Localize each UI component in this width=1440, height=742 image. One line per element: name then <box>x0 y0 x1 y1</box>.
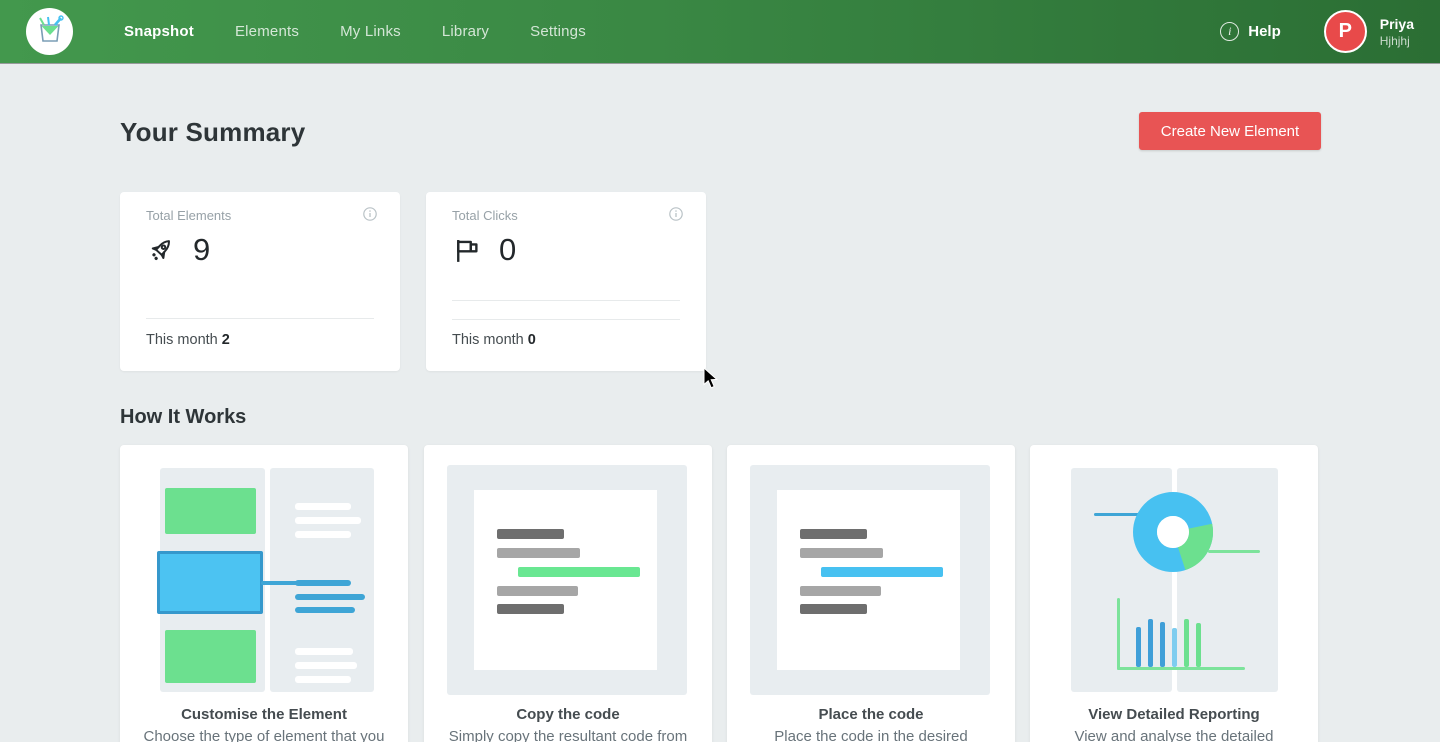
code-sheet <box>474 490 657 670</box>
nav-item-snapshot[interactable]: Snapshot <box>124 23 194 40</box>
text-line <box>295 531 351 538</box>
hiw-card-customise[interactable]: Customise the Element Choose the type of… <box>120 445 408 742</box>
nav-right: i Help P Priya Hjhjhj <box>1220 10 1414 53</box>
divider <box>452 300 680 301</box>
nav-item-library[interactable]: Library <box>442 23 489 40</box>
hiw-card-reporting[interactable]: View Detailed Reporting View and analyse… <box>1030 445 1318 742</box>
code-line <box>497 586 578 596</box>
nav-item-elements[interactable]: Elements <box>235 23 299 40</box>
logo-icon <box>33 15 67 49</box>
main-nav: Snapshot Elements My Links Library Setti… <box>124 23 586 40</box>
create-new-element-button[interactable]: Create New Element <box>1139 112 1321 150</box>
bar <box>1172 628 1177 667</box>
stat-value: 9 <box>193 232 210 268</box>
hiw-card-title: Place the code <box>727 706 1015 723</box>
bar <box>1160 622 1165 667</box>
stat-value-row: 0 <box>452 232 516 268</box>
code-line <box>497 548 580 558</box>
highlighted-code-line <box>518 567 640 577</box>
stat-label: Total Clicks <box>452 208 518 223</box>
bar-chart-x-axis <box>1117 667 1245 670</box>
bar <box>1148 619 1153 667</box>
green-block <box>165 630 256 683</box>
text-line <box>295 517 361 524</box>
how-it-works-title: How It Works <box>120 406 246 429</box>
stat-card-total-elements: Total Elements 9 This month 2 <box>120 192 400 371</box>
donut-callout-green <box>1208 550 1260 553</box>
code-line <box>497 604 564 614</box>
hiw-card-description: View and analyse the detailed <box>1030 728 1318 742</box>
stat-card-total-clicks: Total Clicks 0 This month 0 <box>426 192 706 371</box>
hiw-card-description: Place the code in the desired <box>727 728 1015 742</box>
hiw-card-copy-code[interactable]: Copy the code Simply copy the resultant … <box>424 445 712 742</box>
nav-item-my-links[interactable]: My Links <box>340 23 401 40</box>
user-menu[interactable]: P Priya Hjhjhj <box>1324 10 1414 53</box>
code-line <box>800 548 883 558</box>
help-label: Help <box>1248 23 1281 40</box>
user-org: Hjhjhj <box>1380 34 1414 48</box>
stat-this-month: This month 0 <box>452 332 536 348</box>
divider <box>452 319 680 320</box>
hiw-card-place-code[interactable]: Place the code Place the code in the des… <box>727 445 1015 742</box>
selected-blue-block <box>157 551 263 614</box>
info-icon[interactable] <box>669 207 683 221</box>
flag-icon <box>452 235 482 265</box>
blue-text-line <box>295 594 365 600</box>
bar-chart-y-axis <box>1117 598 1120 670</box>
code-sheet <box>777 490 960 670</box>
text-line <box>295 648 353 655</box>
code-line <box>497 529 564 539</box>
hiw-card-title: Copy the code <box>424 706 712 723</box>
bar <box>1136 627 1141 667</box>
hiw-card-title: View Detailed Reporting <box>1030 706 1318 723</box>
hiw-card-title: Customise the Element <box>120 706 408 723</box>
month-label: This month <box>146 332 218 348</box>
blue-text-line <box>295 580 351 586</box>
code-line <box>800 586 881 596</box>
user-text: Priya Hjhjhj <box>1380 16 1414 48</box>
info-icon: i <box>1220 22 1239 41</box>
text-line <box>295 503 351 510</box>
green-block <box>165 488 256 534</box>
hiw-card-description: Simply copy the resultant code from <box>424 728 712 742</box>
blue-text-line <box>295 607 355 613</box>
code-line <box>800 604 867 614</box>
code-line <box>800 529 867 539</box>
bar <box>1184 619 1189 667</box>
month-value: 2 <box>222 332 230 348</box>
top-navbar: Snapshot Elements My Links Library Setti… <box>0 0 1440 63</box>
page-title: Your Summary <box>120 117 305 148</box>
highlighted-code-line <box>821 567 943 577</box>
stat-this-month: This month 2 <box>146 332 230 348</box>
info-icon[interactable] <box>363 207 377 221</box>
help-button[interactable]: i Help <box>1220 22 1281 41</box>
nav-item-settings[interactable]: Settings <box>530 23 586 40</box>
stat-value: 0 <box>499 232 516 268</box>
text-line <box>295 662 357 669</box>
divider <box>146 318 374 319</box>
bar <box>1196 623 1201 667</box>
app-logo[interactable] <box>26 8 73 55</box>
avatar: P <box>1324 10 1367 53</box>
stat-label: Total Elements <box>146 208 231 223</box>
month-label: This month <box>452 332 524 348</box>
month-value: 0 <box>528 332 536 348</box>
donut-chart <box>1133 492 1213 572</box>
user-name: Priya <box>1380 16 1414 32</box>
stat-value-row: 9 <box>146 232 210 268</box>
mouse-cursor <box>703 367 719 390</box>
rocket-icon <box>146 235 176 265</box>
hiw-card-description: Choose the type of element that you <box>120 728 408 742</box>
text-line <box>295 676 351 683</box>
